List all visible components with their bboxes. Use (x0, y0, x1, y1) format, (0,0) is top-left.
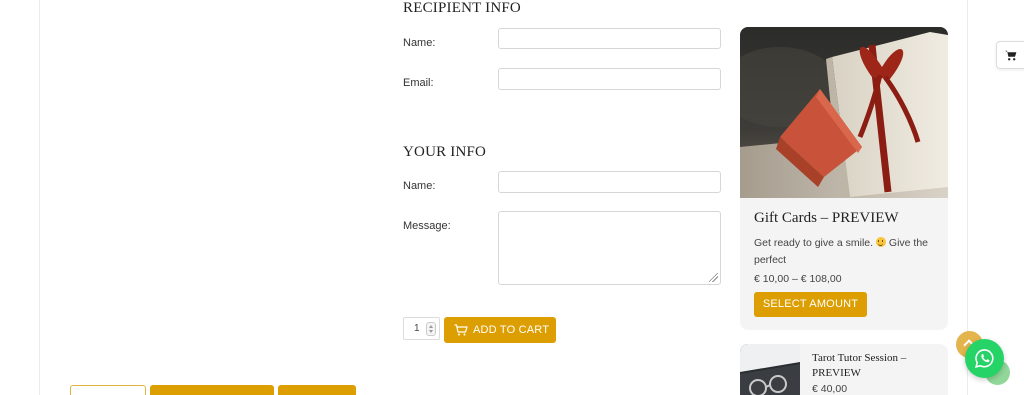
cart-icon (454, 324, 468, 336)
select-amount-label: SELECT AMOUNT (762, 298, 859, 310)
gift-card-image[interactable] (740, 27, 948, 198)
recipient-email-label: Email: (403, 77, 434, 89)
whatsapp-icon (974, 349, 994, 369)
quantity-spinner[interactable] (426, 322, 436, 336)
product-price: € 10,00 – € 108,00 (754, 273, 842, 285)
recipient-email-input[interactable] (498, 68, 721, 90)
resize-handle[interactable] (709, 273, 718, 282)
shopping-cart-icon (1005, 50, 1017, 61)
description-text: Get ready to give a smile. (754, 237, 874, 249)
product-title[interactable]: Tarot Tutor Session – PREVIEW (812, 351, 942, 381)
message-textarea[interactable] (498, 211, 721, 285)
quantity-value: 1 (414, 323, 420, 334)
bottom-secondary-button[interactable] (278, 385, 356, 395)
bottom-outline-button[interactable] (70, 385, 146, 395)
message-label: Message: (403, 220, 451, 232)
smiley-emoji-icon (875, 237, 886, 247)
whatsapp-button[interactable] (965, 339, 1004, 378)
product-card-gift-cards: Gift Cards – PREVIEW Get ready to give a… (740, 27, 948, 330)
select-amount-button[interactable]: SELECT AMOUNT (754, 292, 867, 317)
product-price: € 40,00 (812, 383, 848, 395)
bottom-primary-button[interactable] (150, 385, 274, 395)
product-description: Get ready to give a smile. Give the perf… (754, 235, 940, 269)
product-card-tarot-tutor: Tarot Tutor Session – PREVIEW € 40,00 (740, 344, 948, 395)
product-title[interactable]: Gift Cards – PREVIEW (754, 210, 899, 227)
floating-cart-button[interactable] (996, 41, 1024, 69)
add-to-cart-label: ADD TO CART (473, 324, 550, 336)
your-name-label: Name: (403, 180, 436, 192)
quantity-stepper[interactable]: 1 (403, 317, 440, 340)
your-info-heading: YOUR INFO (403, 144, 487, 160)
recipient-info-heading: RECIPIENT INFO (403, 0, 521, 16)
tarot-tutor-image[interactable] (740, 344, 800, 395)
add-to-cart-button[interactable]: ADD TO CART (444, 317, 556, 343)
recipient-name-input[interactable] (498, 28, 721, 49)
recipient-name-label: Name: (403, 37, 436, 49)
your-name-input[interactable] (498, 171, 721, 193)
